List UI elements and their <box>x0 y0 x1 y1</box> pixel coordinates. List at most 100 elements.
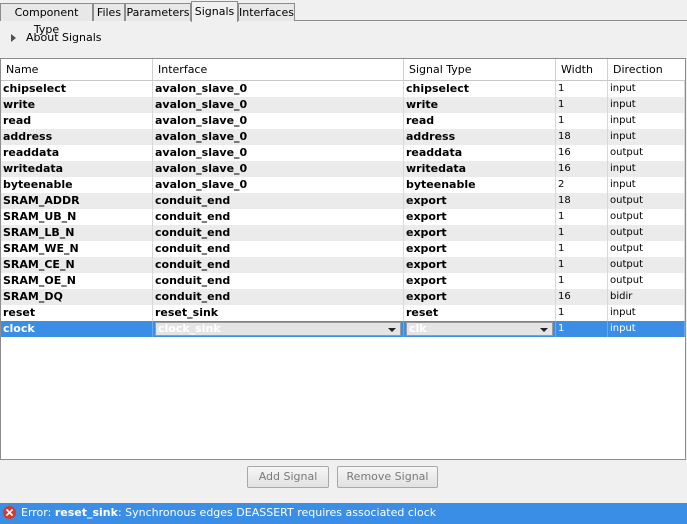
cell-name[interactable]: byteenable <box>1 177 153 193</box>
table-row[interactable]: chipselect avalon_slave_0 chipselect 1 input <box>1 81 685 97</box>
cell-direction[interactable]: output <box>608 225 685 241</box>
table-row[interactable]: SRAM_WE_N conduit_end export 1 output <box>1 241 685 257</box>
table-row[interactable]: SRAM_CE_N conduit_end export 1 output <box>1 257 685 273</box>
table-row[interactable]: SRAM_DQ conduit_end export 16 bidir <box>1 289 685 305</box>
cell-name[interactable]: readdata <box>1 145 153 161</box>
table-row[interactable]: SRAM_OE_N conduit_end export 1 output <box>1 273 685 289</box>
cell-signal-type[interactable]: byteenable <box>404 177 556 193</box>
about-signals-toggle[interactable]: About Signals <box>0 28 687 48</box>
cell-name[interactable]: SRAM_CE_N <box>1 257 153 273</box>
cell-interface[interactable]: conduit_end <box>153 193 404 209</box>
cell-signal-type[interactable]: export <box>404 225 556 241</box>
column-header-direction[interactable]: Direction <box>608 59 685 80</box>
cell-signal-type[interactable]: export <box>404 257 556 273</box>
table-row[interactable]: write avalon_slave_0 write 1 input <box>1 97 685 113</box>
cell-direction[interactable]: bidir <box>608 289 685 305</box>
cell-name[interactable]: clock <box>1 321 153 337</box>
tab-interfaces[interactable]: Interfaces <box>238 3 295 21</box>
tab-signals[interactable]: Signals <box>191 1 238 22</box>
cell-name[interactable]: SRAM_ADDR <box>1 193 153 209</box>
signal-type-dropdown[interactable]: clk <box>406 322 553 336</box>
cell-name[interactable]: address <box>1 129 153 145</box>
cell-direction[interactable]: output <box>608 209 685 225</box>
table-row[interactable]: SRAM_ADDR conduit_end export 18 output <box>1 193 685 209</box>
cell-signal-type[interactable]: address <box>404 129 556 145</box>
cell-signal-type[interactable]: export <box>404 289 556 305</box>
tab-parameters[interactable]: Parameters <box>125 3 191 21</box>
cell-signal-type[interactable]: writedata <box>404 161 556 177</box>
cell-name[interactable]: SRAM_OE_N <box>1 273 153 289</box>
cell-width[interactable]: 1 <box>556 97 608 113</box>
cell-interface[interactable]: clock_sink <box>153 321 404 337</box>
cell-signal-type[interactable]: reset <box>404 305 556 321</box>
cell-width[interactable]: 2 <box>556 177 608 193</box>
cell-signal-type[interactable]: export <box>404 241 556 257</box>
column-header-width[interactable]: Width <box>556 59 608 80</box>
cell-direction[interactable]: input <box>608 321 685 337</box>
table-row[interactable]: writedata avalon_slave_0 writedata 16 input <box>1 161 685 177</box>
interface-dropdown[interactable]: clock_sink <box>155 322 401 336</box>
cell-interface[interactable]: avalon_slave_0 <box>153 177 404 193</box>
cell-direction[interactable]: input <box>608 97 685 113</box>
cell-signal-type[interactable]: export <box>404 209 556 225</box>
cell-direction[interactable]: input <box>608 113 685 129</box>
cell-direction[interactable]: input <box>608 305 685 321</box>
cell-interface[interactable]: avalon_slave_0 <box>153 129 404 145</box>
cell-interface[interactable]: conduit_end <box>153 225 404 241</box>
table-row[interactable]: readdata avalon_slave_0 readdata 16 output <box>1 145 685 161</box>
cell-width[interactable]: 1 <box>556 81 608 97</box>
remove-signal-button[interactable]: Remove Signal <box>337 466 438 488</box>
cell-interface[interactable]: avalon_slave_0 <box>153 145 404 161</box>
cell-direction[interactable]: input <box>608 177 685 193</box>
cell-direction[interactable]: input <box>608 161 685 177</box>
cell-width[interactable]: 1 <box>556 209 608 225</box>
dropdown-arrow-icon[interactable] <box>540 328 548 332</box>
cell-interface[interactable]: conduit_end <box>153 241 404 257</box>
cell-interface[interactable]: avalon_slave_0 <box>153 81 404 97</box>
cell-name[interactable]: write <box>1 97 153 113</box>
cell-name[interactable]: SRAM_LB_N <box>1 225 153 241</box>
cell-width[interactable]: 16 <box>556 145 608 161</box>
cell-interface[interactable]: conduit_end <box>153 209 404 225</box>
column-header-signal-type[interactable]: Signal Type <box>404 59 556 80</box>
cell-interface[interactable]: avalon_slave_0 <box>153 161 404 177</box>
cell-name[interactable]: writedata <box>1 161 153 177</box>
cell-signal-type[interactable]: clk <box>404 321 556 337</box>
table-row[interactable]: byteenable avalon_slave_0 byteenable 2 input <box>1 177 685 193</box>
cell-signal-type[interactable]: write <box>404 97 556 113</box>
table-row[interactable]: SRAM_LB_N conduit_end export 1 output <box>1 225 685 241</box>
cell-direction[interactable]: output <box>608 257 685 273</box>
tab-component-type[interactable]: Component Type <box>0 3 93 36</box>
table-row[interactable]: clock clock_sink clk 1 input <box>1 321 685 337</box>
cell-interface[interactable]: avalon_slave_0 <box>153 113 404 129</box>
cell-width[interactable]: 1 <box>556 257 608 273</box>
cell-width[interactable]: 16 <box>556 289 608 305</box>
cell-width[interactable]: 1 <box>556 305 608 321</box>
cell-interface[interactable]: reset_sink <box>153 305 404 321</box>
cell-interface[interactable]: conduit_end <box>153 273 404 289</box>
cell-direction[interactable]: output <box>608 193 685 209</box>
cell-name[interactable]: reset <box>1 305 153 321</box>
cell-width[interactable]: 1 <box>556 241 608 257</box>
tab-files[interactable]: Files <box>93 3 125 21</box>
cell-width[interactable]: 18 <box>556 129 608 145</box>
cell-name[interactable]: SRAM_UB_N <box>1 209 153 225</box>
cell-width[interactable]: 18 <box>556 193 608 209</box>
cell-interface[interactable]: avalon_slave_0 <box>153 97 404 113</box>
cell-signal-type[interactable]: export <box>404 193 556 209</box>
table-row[interactable]: address avalon_slave_0 address 18 input <box>1 129 685 145</box>
cell-name[interactable]: SRAM_WE_N <box>1 241 153 257</box>
cell-direction[interactable]: output <box>608 241 685 257</box>
cell-width[interactable]: 1 <box>556 321 608 337</box>
cell-signal-type[interactable]: export <box>404 273 556 289</box>
cell-direction[interactable]: output <box>608 273 685 289</box>
dropdown-arrow-icon[interactable] <box>388 328 396 332</box>
table-row[interactable]: read avalon_slave_0 read 1 input <box>1 113 685 129</box>
cell-width[interactable]: 16 <box>556 161 608 177</box>
table-row[interactable]: reset reset_sink reset 1 input <box>1 305 685 321</box>
cell-signal-type[interactable]: read <box>404 113 556 129</box>
cell-name[interactable]: chipselect <box>1 81 153 97</box>
column-header-name[interactable]: Name <box>1 59 153 80</box>
cell-width[interactable]: 1 <box>556 273 608 289</box>
cell-width[interactable]: 1 <box>556 225 608 241</box>
